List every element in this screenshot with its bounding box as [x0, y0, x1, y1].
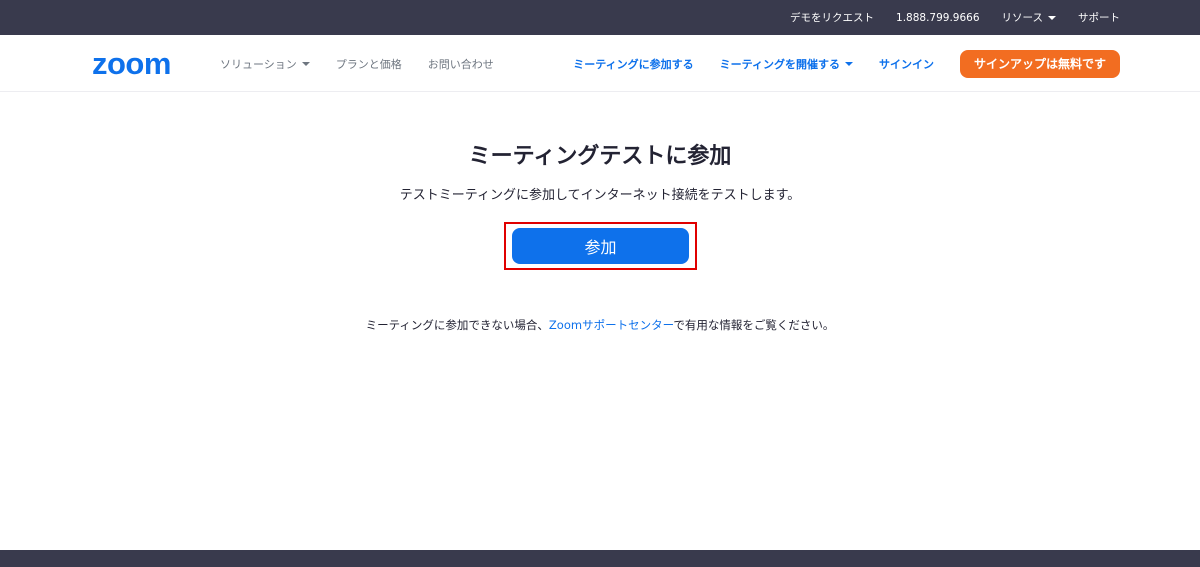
join-meeting-link[interactable]: ミーティングに参加する: [573, 56, 693, 72]
page-description: テストミーティングに参加してインターネット接続をテストします。: [399, 188, 801, 203]
host-meeting-menu[interactable]: ミーティングを開催する: [720, 56, 853, 72]
top-utility-bar: デモをリクエスト 1.888.799.9666 リソース サポート: [0, 0, 1200, 35]
chevron-down-icon: [844, 61, 853, 66]
chevron-down-icon: [301, 61, 310, 66]
sign-in-link[interactable]: サインイン: [879, 56, 934, 72]
phone-number-link[interactable]: 1.888.799.9666: [896, 12, 980, 24]
signup-button[interactable]: サインアップは無料です: [959, 49, 1120, 78]
utility-links: デモをリクエスト 1.888.799.9666 リソース サポート: [790, 0, 1120, 35]
page-title: ミーティングテストに参加: [468, 144, 732, 169]
support-center-link[interactable]: Zoomサポートセンター: [549, 318, 673, 332]
help-suffix: で有用な情報をご覧ください。: [673, 318, 835, 332]
support-link[interactable]: サポート: [1078, 10, 1120, 25]
footer-bar: [0, 550, 1200, 567]
resources-label: リソース: [1001, 12, 1043, 24]
nav-plans-pricing[interactable]: プランと価格: [336, 56, 402, 72]
main-navbar: zoom ソリューション プランと価格 お問い合わせ ミーティングに参加する ミ…: [0, 35, 1200, 92]
primary-nav: ソリューション プランと価格 お問い合わせ: [220, 35, 494, 92]
zoom-logo[interactable]: zoom: [92, 50, 192, 78]
host-meeting-label: ミーティングを開催する: [719, 57, 840, 71]
nav-contact[interactable]: お問い合わせ: [428, 56, 494, 72]
help-text: ミーティングに参加できない場合、Zoomサポートセンターで有用な情報をご覧くださ…: [0, 317, 1200, 333]
logo-text: zoom: [92, 50, 171, 78]
nav-solutions[interactable]: ソリューション: [220, 56, 310, 72]
meeting-nav: ミーティングに参加する ミーティングを開催する サインイン サインアップは無料で…: [573, 35, 1120, 92]
request-demo-link[interactable]: デモをリクエスト: [790, 10, 874, 25]
help-prefix: ミーティングに参加できない場合、: [365, 318, 549, 332]
chevron-down-icon: [1048, 15, 1056, 20]
nav-solutions-label: ソリューション: [220, 57, 297, 71]
resources-menu[interactable]: リソース: [1002, 10, 1056, 25]
join-button[interactable]: 参加: [512, 228, 689, 264]
